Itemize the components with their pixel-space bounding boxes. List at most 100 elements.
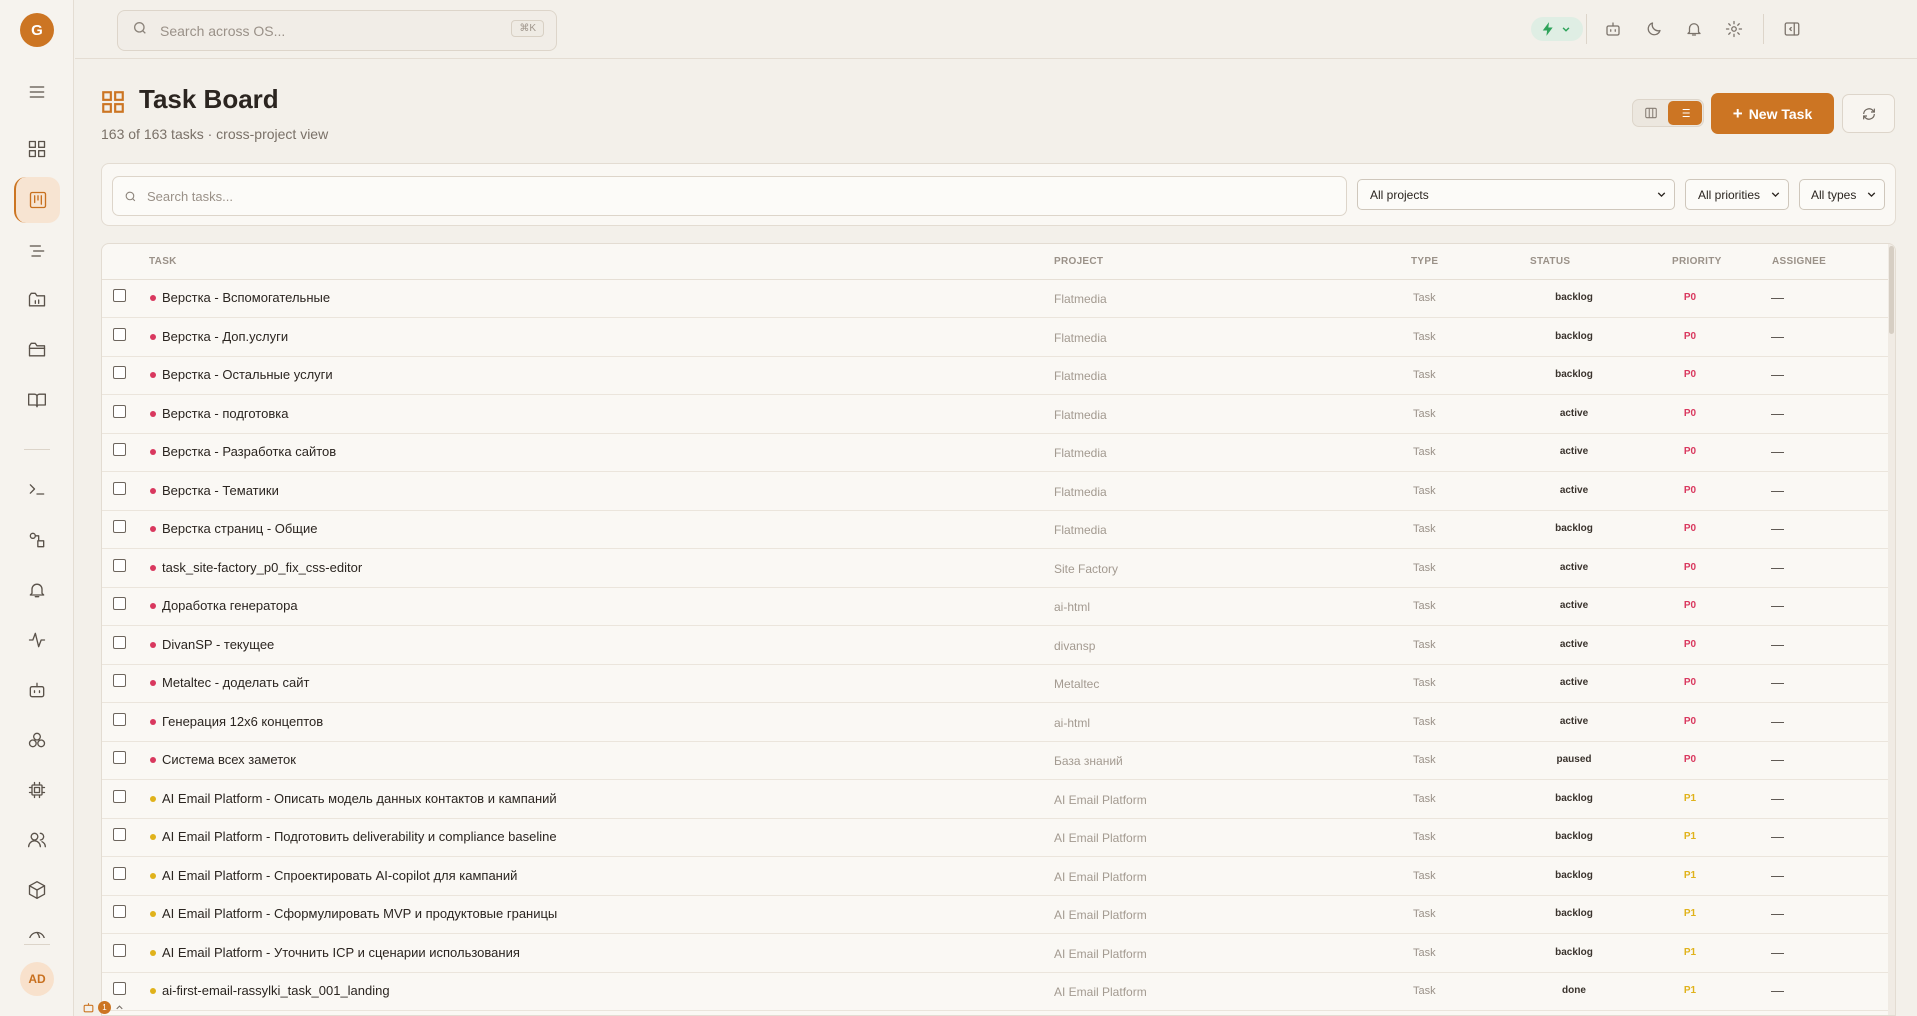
task-project[interactable]: Metaltec	[1054, 677, 1099, 691]
assignee-value[interactable]: —	[1771, 906, 1784, 921]
scrollbar-thumb[interactable]	[1889, 246, 1894, 334]
row-checkbox[interactable]	[113, 635, 126, 649]
panel-toggle-icon[interactable]	[1780, 17, 1804, 41]
task-title[interactable]: AI Email Platform - Сформулировать MVP и…	[162, 906, 557, 921]
task-title[interactable]: AI Email Platform - Описать модель данны…	[162, 791, 557, 806]
row-checkbox[interactable]	[113, 366, 126, 379]
task-project[interactable]: Flatmedia	[1054, 446, 1107, 460]
task-project[interactable]: AI Email Platform	[1054, 908, 1147, 922]
task-project[interactable]: Flatmedia	[1054, 292, 1107, 306]
assignee-value[interactable]: —	[1771, 752, 1784, 767]
task-project[interactable]: База знаний	[1054, 754, 1123, 768]
col-header-project[interactable]: PROJECT	[1054, 256, 1103, 267]
task-project[interactable]: ai-html	[1054, 716, 1090, 730]
assignee-value[interactable]: —	[1771, 983, 1784, 998]
assistant-bot-icon[interactable]	[1601, 17, 1625, 41]
roadmap-icon[interactable]	[21, 235, 53, 267]
workspace-logo[interactable]: G	[20, 13, 54, 47]
assignee-value[interactable]: —	[1771, 444, 1784, 459]
row-checkbox[interactable]	[113, 828, 126, 841]
settings-gear-icon[interactable]	[1722, 17, 1746, 41]
task-search-input[interactable]: Search tasks...	[112, 176, 1347, 216]
task-title[interactable]: AI Email Platform - Подготовить delivera…	[162, 829, 557, 844]
row-checkbox[interactable]	[113, 558, 126, 572]
table-row[interactable]: DivanSP - текущее divansp Task active P0 —	[102, 627, 1890, 665]
assignee-value[interactable]: —	[1771, 791, 1784, 806]
task-project[interactable]: Site Factory	[1054, 562, 1118, 576]
row-checkbox[interactable]	[113, 289, 126, 302]
list-view-button[interactable]	[1668, 101, 1702, 125]
table-row[interactable]: Верстка - Вспомогательные Flatmedia Task ba…	[102, 280, 1890, 318]
table-row[interactable]: ai-first-email-rassylki_task_001_landing…	[102, 973, 1890, 1011]
col-header-assignee[interactable]: ASSIGNEE	[1772, 256, 1826, 267]
task-board-icon[interactable]	[14, 177, 60, 223]
agent-status-widget[interactable]: 1	[82, 999, 130, 1016]
table-scrollbar[interactable]	[1888, 244, 1895, 1015]
table-row[interactable]: Верстка - Остальные услуги Flatmedia Task b…	[102, 357, 1890, 395]
table-row[interactable]: AI Email Platform - Подготовить delivera…	[102, 819, 1890, 857]
table-row[interactable]: AI Email Platform - Сформулировать MVP и…	[102, 896, 1890, 934]
table-row[interactable]: AI Email Platform - Спроектировать AI-co…	[102, 858, 1890, 896]
table-row[interactable]: Верстка страниц - Общие Flatmedia Task back…	[102, 511, 1890, 549]
assignee-value[interactable]: —	[1771, 521, 1784, 536]
task-project[interactable]: AI Email Platform	[1054, 870, 1147, 884]
new-task-button[interactable]: + New Task	[1711, 93, 1834, 134]
table-row[interactable]: AI Email Platform - Описать модель данны…	[102, 781, 1890, 819]
blocks-icon[interactable]	[21, 724, 53, 756]
row-checkbox[interactable]	[113, 597, 126, 610]
task-project[interactable]: AI Email Platform	[1054, 947, 1147, 961]
row-checkbox[interactable]	[113, 751, 126, 764]
user-avatar[interactable]: AD	[20, 962, 54, 996]
assignee-value[interactable]: —	[1771, 714, 1784, 729]
menu-toggle-icon[interactable]	[21, 76, 53, 108]
quick-actions-toggle[interactable]	[1531, 17, 1583, 41]
task-title[interactable]: Система всех заметок	[162, 752, 296, 767]
workflow-icon[interactable]	[21, 524, 53, 556]
task-title[interactable]: AI Email Platform - Спроектировать AI-co…	[162, 868, 517, 883]
assignee-value[interactable]: —	[1771, 675, 1784, 690]
package-icon[interactable]	[21, 874, 53, 906]
assignee-value[interactable]: —	[1771, 637, 1784, 652]
table-row[interactable]: Генерация 12x6 концептов ai-html Task activ…	[102, 704, 1890, 742]
task-title[interactable]: Генерация 12x6 концептов	[162, 714, 323, 729]
task-title[interactable]: Верстка - подготовка	[162, 406, 288, 421]
assignee-value[interactable]: —	[1771, 406, 1784, 421]
bell-icon[interactable]	[1682, 17, 1706, 41]
task-title[interactable]: Metaltec - доделать сайт	[162, 675, 309, 690]
table-row[interactable]: Система всех заметок База знаний Task pause…	[102, 742, 1890, 780]
notifications-bell-icon[interactable]	[21, 574, 53, 606]
task-title[interactable]: Верстка - Разработка сайтов	[162, 444, 336, 459]
table-row[interactable]: Верстка - подготовка Flatmedia Task active P…	[102, 396, 1890, 434]
row-checkbox[interactable]	[113, 866, 126, 880]
row-checkbox[interactable]	[113, 712, 126, 726]
knowledge-book-icon[interactable]	[21, 384, 53, 416]
task-title[interactable]: Верстка страниц - Общие	[162, 521, 318, 536]
dark-mode-moon-icon[interactable]	[1642, 17, 1666, 41]
assignee-value[interactable]: —	[1771, 290, 1784, 305]
task-title[interactable]: AI Email Platform - Уточнить ICP и сцена…	[162, 945, 520, 960]
folder-icon[interactable]	[21, 334, 53, 366]
table-row[interactable]: Metaltec - доделать сайт Metaltec Task acti…	[102, 665, 1890, 703]
row-checkbox[interactable]	[113, 674, 126, 687]
activity-icon[interactable]	[21, 624, 53, 656]
task-title[interactable]: Верстка - Тематики	[162, 483, 279, 498]
row-checkbox[interactable]	[113, 905, 126, 918]
task-project[interactable]: Flatmedia	[1054, 523, 1107, 537]
task-title[interactable]: Верстка - Вспомогательные	[162, 290, 330, 305]
row-checkbox[interactable]	[113, 982, 126, 995]
task-project[interactable]: Flatmedia	[1054, 408, 1107, 422]
assignee-value[interactable]: —	[1771, 329, 1784, 344]
task-title[interactable]: DivanSP - текущее	[162, 637, 274, 652]
assignee-value[interactable]: —	[1771, 829, 1784, 844]
task-title[interactable]: task_site-factory_p0_fix_css-editor	[162, 560, 362, 575]
row-checkbox[interactable]	[113, 789, 126, 803]
priority-filter-select[interactable]: All priorities	[1685, 179, 1789, 210]
bot-icon[interactable]	[21, 674, 53, 706]
row-checkbox[interactable]	[113, 327, 126, 341]
type-filter-select[interactable]: All types	[1799, 179, 1885, 210]
row-checkbox[interactable]	[113, 404, 126, 418]
table-row[interactable]: AI Email Platform - Уточнить ICP и сцена…	[102, 935, 1890, 973]
row-checkbox[interactable]	[113, 481, 126, 495]
col-header-status[interactable]: STATUS	[1530, 256, 1570, 267]
assignee-value[interactable]: —	[1771, 483, 1784, 498]
